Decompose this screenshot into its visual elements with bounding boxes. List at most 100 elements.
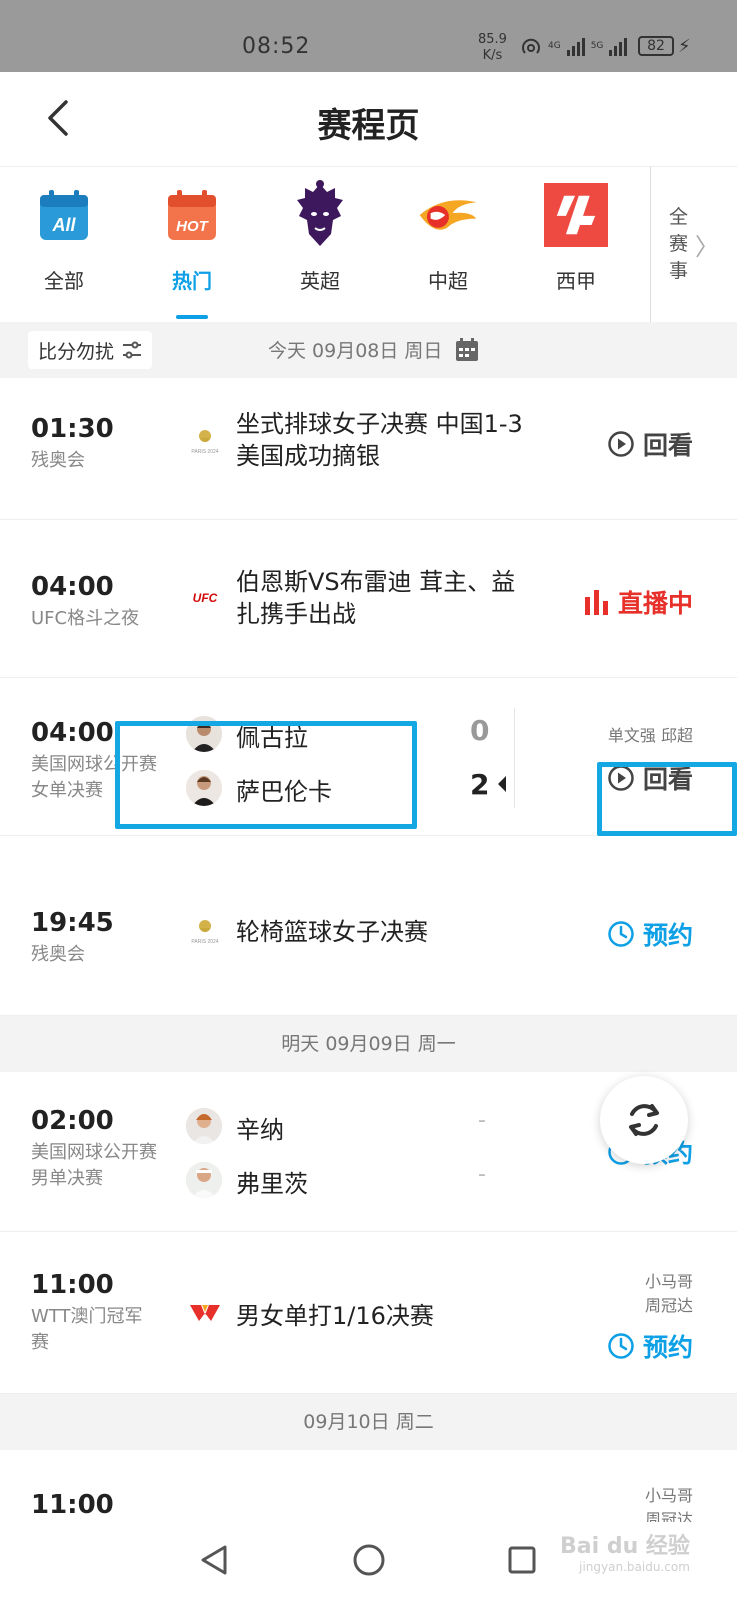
replay-button[interactable]: 回看 (607, 426, 693, 462)
network-speed-unit: K/s (482, 48, 503, 63)
commentators: 小马哥 周冠达 (644, 1272, 693, 1315)
match-row[interactable]: 04:00 UFC格斗之夜 UFC 伯恩斯VS布雷迪 茸主、益扎携手出战 直播中 (0, 520, 737, 678)
match-time: 11:00 (31, 1490, 114, 1520)
match-time: 04:00 (31, 572, 114, 602)
tab-csl-label: 中超 (428, 269, 468, 293)
match-league: 残奥会 (31, 450, 85, 471)
paris-2024-logo: PARIS 2024 (188, 424, 222, 458)
network-speed: 85.9 K/s (478, 32, 507, 64)
refresh-icon (629, 1104, 659, 1136)
chevron-right-icon: 〉 (695, 232, 719, 261)
winner-arrow-icon (498, 776, 506, 792)
date-separator: 明天 09月09日 周一 (0, 1016, 737, 1072)
match-time: 04:00 (31, 718, 114, 748)
all-competitions-char: 事 (669, 259, 689, 282)
player-avatar (186, 1162, 222, 1198)
match-description: 伯恩斯VS布雷迪 茸主、益扎携手出战 (236, 568, 516, 628)
date-separator: 09月10日 周二 (0, 1394, 737, 1450)
status-time: 08:52 (242, 34, 311, 59)
network-speed-value: 85.9 (478, 32, 507, 47)
laliga-icon (544, 183, 608, 247)
player-score: - (478, 1162, 486, 1187)
filter-bar: 比分勿扰 今天 09月08日 周日 (0, 322, 737, 378)
tab-hot[interactable]: HOT 热门 (128, 167, 256, 323)
tab-laliga-label: 西甲 (556, 269, 596, 293)
svg-text:HOT: HOT (176, 218, 210, 235)
clock-icon (608, 1333, 634, 1359)
status-icons: 4G 5G (520, 36, 628, 56)
battery-icon: 82 (638, 36, 674, 56)
match-row[interactable]: 11:00 WTT澳门冠军赛 男女单打1/16决赛 小马哥 周冠达 预约 (0, 1232, 737, 1394)
play-circle-icon (608, 431, 634, 457)
tab-premier-league-label: 英超 (300, 269, 340, 293)
tab-all[interactable]: All 全部 (0, 167, 128, 323)
nav-back-button[interactable] (192, 1540, 236, 1580)
commentators: 单文强 邱超 (607, 726, 693, 745)
svg-text:PARIS 2024: PARIS 2024 (191, 449, 218, 455)
nav-home-button[interactable] (347, 1540, 391, 1580)
date-picker[interactable]: 今天 09月08日 周日 (268, 336, 480, 363)
csl-ball-icon (416, 183, 480, 247)
replay-label: 回看 (642, 431, 693, 460)
signal-icon (566, 36, 585, 56)
no-disturb-label: 比分勿扰 (38, 340, 115, 363)
all-competitions-char: 全 (669, 205, 689, 228)
signal-icon-2 (609, 36, 628, 56)
match-row[interactable]: 11:00 小马哥 周冠达 (0, 1450, 737, 1529)
player-score: 0 (470, 714, 490, 747)
tab-premier-league[interactable]: 英超 (256, 167, 384, 323)
book-label: 预约 (642, 1333, 693, 1362)
all-competitions-label: 全 赛 事 (669, 204, 691, 285)
app-header: 赛程页 (0, 72, 737, 166)
competition-tabs: All 全部 HOT 热门 英超 中超 西甲 (0, 166, 737, 322)
tab-csl[interactable]: 中超 (384, 167, 512, 323)
hot-calendar-icon: HOT (160, 183, 224, 247)
match-league: WTT澳门冠军赛 (31, 1306, 143, 1353)
nav-recents-button[interactable] (500, 1540, 544, 1580)
match-description: 轮椅篮球女子决赛 (236, 918, 428, 946)
status-bar: 08:52 85.9 K/s 4G 5G 82 ⚡ (0, 0, 737, 72)
svg-text:PARIS 2024: PARIS 2024 (191, 939, 218, 945)
match-time: 11:00 (31, 1270, 114, 1300)
square-recents-icon (508, 1546, 536, 1574)
wtt-logo (188, 1296, 222, 1330)
match-description: 坐式排球女子决赛 中国1-3美国成功摘银 (236, 410, 523, 470)
no-disturb-toggle[interactable]: 比分勿扰 (28, 331, 153, 369)
network-label-2: 5G (590, 41, 604, 51)
all-competitions-button[interactable]: 全 赛 事 〉 (650, 166, 737, 322)
match-league: UFC格斗之夜 (31, 608, 140, 629)
match-row[interactable]: 19:45 残奥会 PARIS 2024 轮椅篮球女子决赛 预约 (0, 836, 737, 1016)
live-bars-icon (584, 590, 608, 615)
highlight-box-players (115, 721, 417, 829)
all-competitions-char: 赛 (669, 232, 689, 255)
charging-icon: ⚡ (678, 36, 691, 57)
page-title: 赛程页 (317, 106, 420, 146)
player-name: 弗里茨 (236, 1170, 308, 1198)
watermark-main: Bai du 经验 (560, 1534, 690, 1559)
calendar-icon (456, 337, 479, 361)
svg-text:All: All (51, 215, 76, 235)
match-time: 02:00 (31, 1106, 114, 1136)
refresh-button[interactable] (600, 1076, 688, 1164)
clock-icon (608, 921, 634, 947)
paris-2024-logo: PARIS 2024 (188, 914, 222, 948)
book-button[interactable]: 预约 (607, 1328, 693, 1364)
match-row[interactable]: 01:30 残奥会 PARIS 2024 坐式排球女子决赛 中国1-3美国成功摘… (0, 378, 737, 520)
player-score: 2 (470, 768, 490, 801)
watermark-sub: jingyan.baidu.com (579, 1560, 690, 1574)
book-button[interactable]: 预约 (607, 916, 693, 952)
ufc-logo: UFC (188, 580, 222, 614)
baidu-watermark: Bai du 经验 jingyan.baidu.com (560, 1528, 690, 1574)
active-tab-indicator (176, 315, 208, 319)
player-avatar (186, 1108, 222, 1144)
triangle-back-icon (201, 1545, 227, 1575)
player-name: 辛纳 (236, 1116, 284, 1144)
hotspot-icon (522, 38, 540, 54)
book-label: 预约 (642, 921, 693, 950)
current-date: 今天 09月08日 周日 (268, 340, 443, 362)
tab-hot-label: 热门 (172, 269, 212, 293)
match-description: 男女单打1/16决赛 (236, 1302, 434, 1330)
tab-laliga[interactable]: 西甲 (512, 167, 640, 323)
tab-all-label: 全部 (44, 269, 84, 293)
live-button[interactable]: 直播中 (584, 584, 693, 620)
